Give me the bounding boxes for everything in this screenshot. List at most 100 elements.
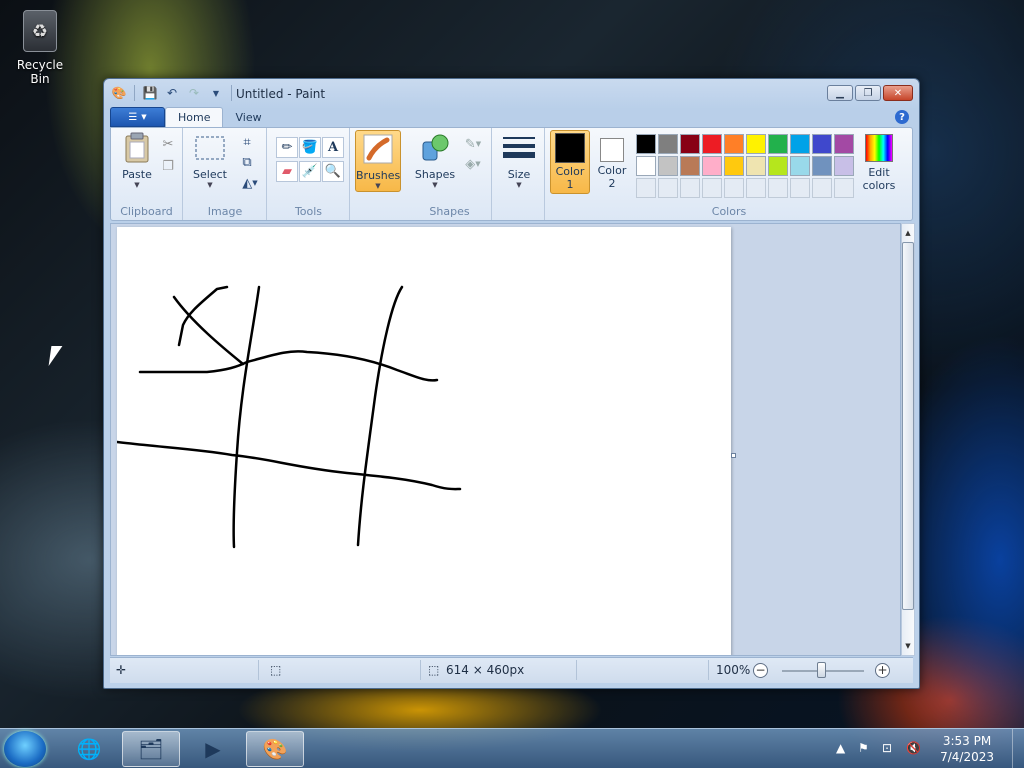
taskbar-explorer-icon[interactable]: 🗂 [122, 731, 180, 767]
shapes-icon [419, 132, 451, 164]
colors-group: Color 1 Color 2 Edit colors Colors [546, 128, 912, 220]
undo-icon[interactable]: ↶ [163, 84, 181, 102]
palette-empty-swatch[interactable] [680, 178, 700, 198]
palette-empty-swatch[interactable] [724, 178, 744, 198]
fill-icon[interactable]: 🪣 [299, 137, 321, 158]
taskbar-paint-icon[interactable]: 🎨 [246, 731, 304, 767]
shape-fill-icon[interactable]: ◈ ▼ [458, 154, 488, 174]
palette-color-swatch[interactable] [834, 134, 854, 154]
palette-empty-swatch[interactable] [746, 178, 766, 198]
show-hidden-icons-icon[interactable]: ▲ [836, 741, 845, 755]
scrollbar-thumb[interactable] [902, 242, 914, 610]
palette-color-swatch[interactable] [680, 134, 700, 154]
color2-button[interactable]: Color 2 [592, 130, 632, 190]
recycle-bin-shortcut[interactable]: ♻ Recycle Bin [6, 10, 74, 86]
zoom-slider-thumb[interactable] [817, 662, 826, 678]
start-button[interactable] [4, 731, 46, 767]
palette-color-swatch[interactable] [834, 156, 854, 176]
tab-view[interactable]: View [223, 107, 273, 127]
zoom-out-button[interactable]: − [753, 663, 768, 678]
palette-empty-swatch[interactable] [812, 178, 832, 198]
paste-button[interactable]: Paste ▼ [117, 132, 157, 189]
customize-toolbar-icon[interactable]: ▼ [207, 84, 225, 102]
palette-color-swatch[interactable] [768, 134, 788, 154]
palette-color-swatch[interactable] [658, 134, 678, 154]
rotate-icon[interactable]: ◭ ▼ [236, 173, 264, 193]
palette-color-swatch[interactable] [658, 156, 678, 176]
drawing-canvas[interactable] [115, 227, 731, 655]
color2-swatch [600, 138, 624, 162]
save-icon[interactable]: 💾 [141, 84, 159, 102]
palette-empty-swatch[interactable] [834, 178, 854, 198]
redo-icon[interactable]: ↷ [185, 84, 203, 102]
palette-empty-swatch[interactable] [790, 178, 810, 198]
palette-color-swatch[interactable] [702, 156, 722, 176]
color-picker-icon[interactable]: 💉 [299, 161, 321, 182]
taskbar-media-player-icon[interactable]: ▶ [184, 731, 242, 767]
palette-color-swatch[interactable] [790, 134, 810, 154]
ribbon: Paste ▼ ✂ ❐ Clipboard Select ▼ ⌗ ⧉ ◭ ▼ Im… [110, 127, 913, 221]
select-button[interactable]: Select ▼ [190, 132, 230, 189]
copy-icon[interactable]: ❐ [157, 156, 179, 176]
palette-empty-swatch[interactable] [658, 178, 678, 198]
edit-colors-button[interactable]: Edit colors [854, 132, 904, 192]
resize-handle[interactable] [731, 453, 736, 458]
palette-color-swatch[interactable] [746, 134, 766, 154]
brushes-group: Brushes ▼ [351, 128, 407, 220]
crop-icon[interactable]: ⌗ [236, 132, 258, 152]
palette-color-swatch[interactable] [636, 156, 656, 176]
palette-color-swatch[interactable] [724, 134, 744, 154]
close-button[interactable]: ✕ [883, 85, 913, 101]
clipboard-group-label: Clipboard [120, 205, 173, 218]
palette-color-swatch[interactable] [746, 156, 766, 176]
drawn-stroke-horizontal-bottom [115, 440, 462, 491]
magnifier-icon[interactable]: 🔍 [322, 161, 344, 182]
color1-button[interactable]: Color 1 [550, 130, 590, 194]
palette-empty-swatch[interactable] [768, 178, 788, 198]
tab-home[interactable]: Home [165, 107, 224, 127]
canvas-drawing [115, 285, 462, 549]
size-group: Size ▼ [493, 128, 545, 220]
palette-color-swatch[interactable] [812, 156, 832, 176]
show-desktop-button[interactable] [1012, 729, 1024, 768]
recycle-bin-icon: ♻ [23, 10, 57, 52]
title-bar[interactable]: 🎨 💾 ↶ ↷ ▼ Untitled - Paint ▁ ❐ ✕ [104, 79, 919, 107]
outline-icon[interactable]: ✎ ▼ [458, 134, 488, 154]
palette-empty-swatch[interactable] [702, 178, 722, 198]
scroll-down-icon[interactable]: ▼ [902, 639, 914, 653]
brushes-button[interactable]: Brushes ▼ [355, 130, 401, 192]
volume-muted-icon[interactable]: 🔇 [906, 741, 921, 755]
palette-color-swatch[interactable] [680, 156, 700, 176]
palette-color-swatch[interactable] [790, 156, 810, 176]
mouse-cursor-icon [48, 346, 63, 366]
taskbar-browser-icon[interactable]: 🌐 [60, 731, 118, 767]
help-icon[interactable]: ? [895, 110, 909, 124]
size-button[interactable]: Size ▼ [499, 132, 539, 189]
maximize-button[interactable]: ❐ [855, 85, 881, 101]
zoom-in-button[interactable]: + [875, 663, 890, 678]
palette-color-swatch[interactable] [724, 156, 744, 176]
colors-group-label: Colors [711, 205, 747, 218]
pencil-icon[interactable]: ✏ [276, 137, 298, 158]
scroll-up-icon[interactable]: ▲ [902, 226, 914, 240]
palette-color-swatch[interactable] [636, 134, 656, 154]
minimize-button[interactable]: ▁ [827, 85, 853, 101]
palette-color-swatch[interactable] [768, 156, 788, 176]
palette-color-swatch[interactable] [702, 134, 722, 154]
paint-app-icon[interactable]: 🎨 [110, 84, 128, 102]
resize-icon[interactable]: ⧉ [236, 152, 258, 172]
selection-size-icon: ⬚ [270, 663, 282, 677]
clock[interactable]: 3:53 PM 7/4/2023 [940, 733, 994, 765]
text-icon[interactable]: A [322, 137, 344, 158]
network-icon[interactable]: ⊡ [882, 741, 892, 755]
eraser-icon[interactable]: ▰ [276, 161, 298, 182]
paint-menu-button[interactable]: ☰ ▼ [110, 107, 165, 127]
shapes-group: Shapes ▼ ✎ ▼ ◈ ▼ Shapes [408, 128, 492, 220]
shapes-button[interactable]: Shapes ▼ [414, 132, 456, 189]
palette-empty-swatch[interactable] [636, 178, 656, 198]
cut-icon[interactable]: ✂ [157, 134, 179, 154]
tools-group: ✏ 🪣 A ▰ 💉 🔍 Tools [268, 128, 350, 220]
palette-color-swatch[interactable] [812, 134, 832, 154]
vertical-scrollbar[interactable]: ▲ ▼ [901, 223, 915, 656]
action-center-icon[interactable]: ⚑ [858, 741, 869, 755]
